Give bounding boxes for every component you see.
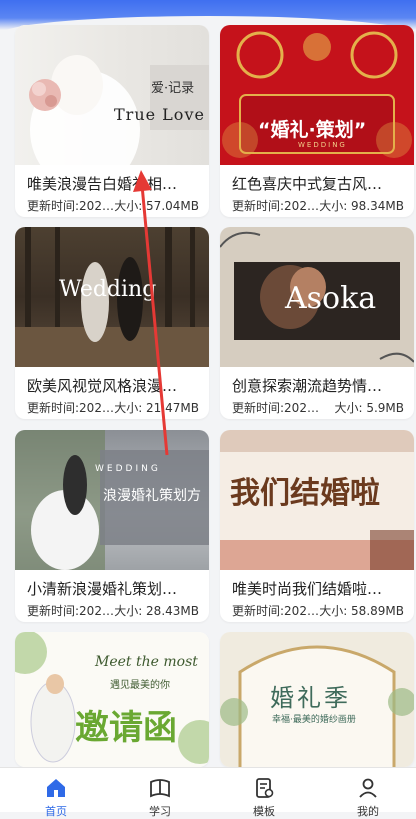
- file-size: 大小: 98.34MB: [319, 199, 404, 213]
- template-meta: 更新时间:202… 大小: 28.43MB: [27, 602, 199, 620]
- update-time: 更新时间:202…: [27, 199, 114, 213]
- overlay-text: 爱·记录: [151, 81, 195, 96]
- template-card[interactable]: Wedding 欧美风视觉风格浪漫… 更新时间:202… 大小: 21.47MB: [15, 227, 209, 419]
- overlay-text: “婚礼·策划”: [258, 119, 367, 141]
- tab-profile[interactable]: 我的: [316, 768, 416, 818]
- update-time: 更新时间:202…: [27, 401, 114, 415]
- template-meta: 更新时间:202… 大小: 98.34MB: [232, 197, 404, 215]
- template-icon: [256, 778, 274, 798]
- template-meta: 更新时间:202… 大小: 58.89MB: [232, 602, 404, 620]
- file-size: 大小: 28.43MB: [114, 604, 199, 618]
- overlay-text: True Love: [114, 105, 205, 124]
- template-thumbnail: 爱·记录 True Love: [15, 25, 209, 165]
- template-grid: 爱·记录 True Love 唯美浪漫告白婚礼相… 更新时间:202… 大小: …: [0, 0, 416, 811]
- tab-label: 模板: [253, 805, 275, 818]
- update-time: 更新时间:202…: [232, 604, 319, 618]
- update-time: 更新时间:202…: [27, 604, 114, 618]
- template-thumbnail: Asoka: [220, 227, 414, 367]
- tab-label: 首页: [45, 805, 67, 818]
- template-thumbnail: 婚礼季 幸福·最美的婚纱画册: [220, 632, 414, 767]
- template-title: 小清新浪漫婚礼策划…: [27, 580, 178, 598]
- template-card[interactable]: 爱·记录 True Love 唯美浪漫告白婚礼相… 更新时间:202… 大小: …: [15, 25, 209, 217]
- overlay-text: 邀请函: [75, 708, 177, 748]
- template-thumbnail: 我们结婚啦: [220, 430, 414, 570]
- template-title: 欧美风视觉风格浪漫…: [27, 377, 178, 395]
- template-title: 唯美时尚我们结婚啦…: [232, 580, 383, 598]
- file-size: 大小: 5.9MB: [334, 401, 404, 415]
- update-time: 更新时间:202…: [232, 199, 319, 213]
- tab-learn[interactable]: 学习: [108, 768, 212, 818]
- template-title: 创意探索潮流趋势情…: [232, 377, 383, 395]
- book-icon: [150, 779, 170, 798]
- overlay-text: 幸福·最美的婚纱画册: [272, 715, 356, 725]
- update-time: 更新时间:202…: [232, 401, 319, 415]
- template-card[interactable]: “婚礼·策划” WEDDING 红色喜庆中式复古风… 更新时间:202… 大小:…: [220, 25, 414, 217]
- overlay-text: WEDDING: [95, 464, 161, 474]
- file-size: 大小: 58.89MB: [319, 604, 404, 618]
- template-card[interactable]: WEDDING 浪漫婚礼策划方 小清新浪漫婚礼策划… 更新时间:202… 大小:…: [15, 430, 209, 622]
- template-card[interactable]: 我们结婚啦 唯美时尚我们结婚啦… 更新时间:202… 大小: 58.89MB: [220, 430, 414, 622]
- tab-templates[interactable]: 模板: [212, 768, 316, 818]
- overlay-text: 遇见最美的你: [110, 680, 170, 691]
- template-meta: 更新时间:202… 大小: 21.47MB: [27, 399, 199, 417]
- template-thumbnail: Wedding: [15, 227, 209, 367]
- tab-home[interactable]: 首页: [4, 768, 108, 818]
- overlay-text: 婚礼季: [270, 684, 351, 712]
- template-meta: 更新时间:202… 大小: 5.9MB: [232, 399, 404, 417]
- template-card[interactable]: Meet the most 遇见最美的你 邀请函: [15, 632, 209, 767]
- tab-label: 学习: [149, 805, 171, 818]
- template-card[interactable]: 婚礼季 幸福·最美的婚纱画册: [220, 632, 414, 767]
- file-size: 大小: 21.47MB: [114, 401, 199, 415]
- template-title: 唯美浪漫告白婚礼相…: [27, 175, 178, 193]
- overlay-text: 浪漫婚礼策划方: [103, 488, 201, 504]
- template-title: 红色喜庆中式复古风…: [232, 175, 383, 193]
- template-card[interactable]: Asoka 创意探索潮流趋势情… 更新时间:202… 大小: 5.9MB: [220, 227, 414, 419]
- template-thumbnail: “婚礼·策划” WEDDING: [220, 25, 414, 165]
- overlay-text: 我们结婚啦: [230, 476, 380, 511]
- template-thumbnail: WEDDING 浪漫婚礼策划方: [15, 430, 209, 570]
- overlay-text: Wedding: [59, 277, 157, 302]
- file-size: 大小: 57.04MB: [114, 199, 199, 213]
- tab-label: 我的: [357, 805, 379, 818]
- home-icon: [47, 779, 65, 797]
- overlay-text: Asoka: [285, 281, 377, 316]
- template-thumbnail: Meet the most 遇见最美的你 邀请函: [15, 632, 209, 767]
- bottom-tab-bar: 首页 学习 模板 我的: [0, 767, 416, 818]
- template-meta: 更新时间:202… 大小: 57.04MB: [27, 197, 199, 215]
- overlay-text: WEDDING: [298, 141, 347, 149]
- user-icon: [359, 778, 377, 798]
- overlay-text: Meet the most: [95, 654, 198, 670]
